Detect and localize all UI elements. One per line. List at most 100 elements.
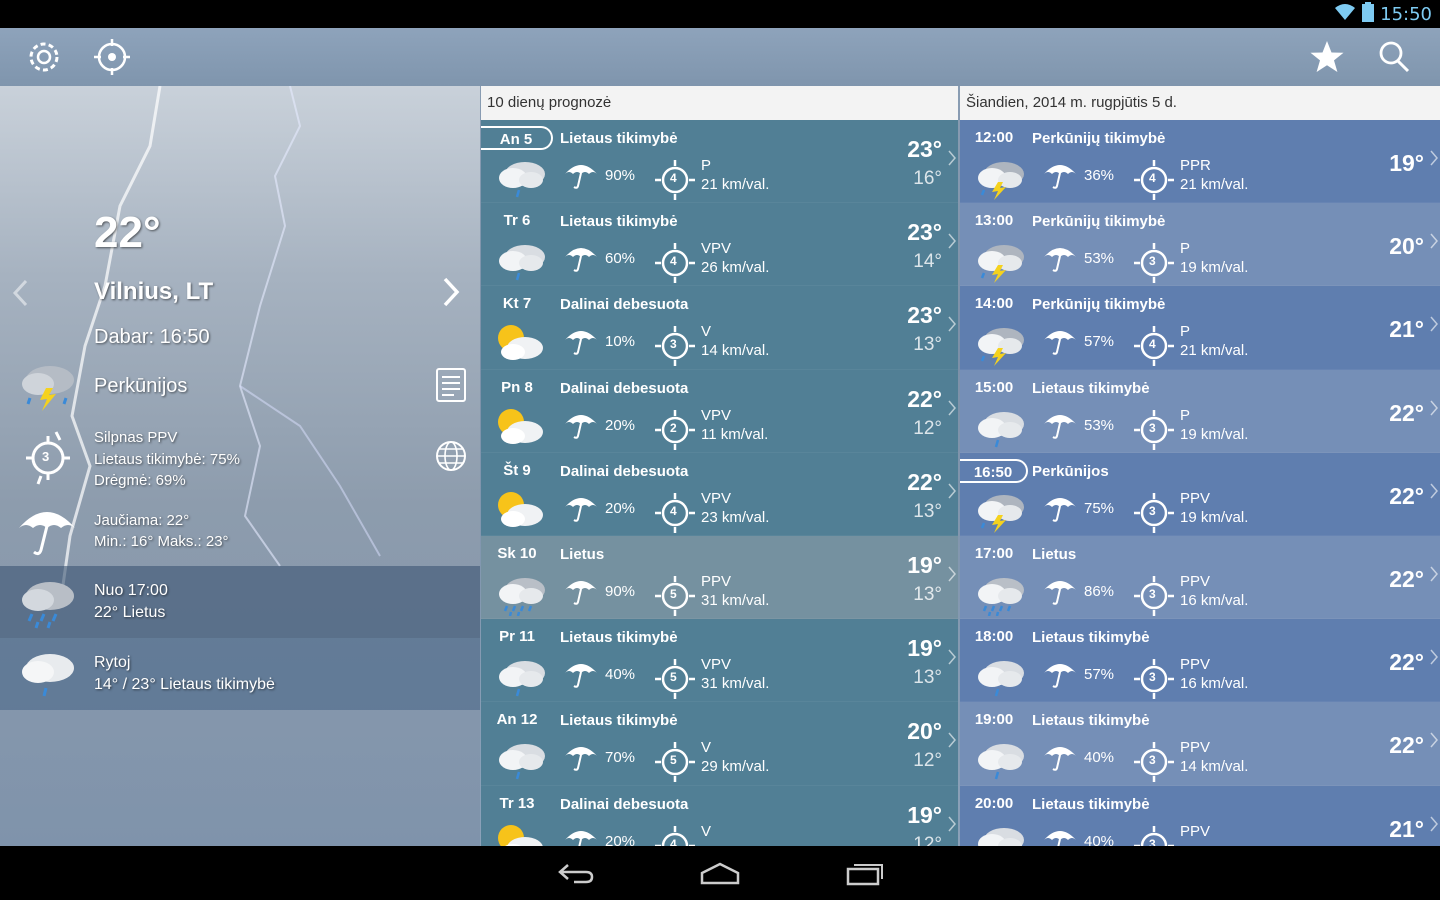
hourly-row[interactable]: 12:00 Perkūnijų tikimybė 36% 4 PPR 21 km/val.… <box>960 120 1440 204</box>
hour-temperature: 21° <box>1389 815 1424 842</box>
condition-text: Perkūnijų tikimybė <box>1032 130 1166 147</box>
chevron-right-icon <box>948 150 956 171</box>
hour-label: 19:00 <box>974 711 1014 729</box>
tomorrow-row[interactable]: Rytoj 14° / 23° Lietaus tikimybė <box>0 638 480 710</box>
day-label: Tr 6 <box>503 212 531 230</box>
max-temperature: 19° <box>907 551 942 578</box>
forecast-day-row[interactable]: Sk 10 Lietus 90% 5 PPV 31 km/val. 19° 13° <box>481 535 958 620</box>
hourly-row[interactable]: 19:00 Lietaus tikimybė 40% 3 PPV 14 km/val. 22… <box>960 702 1440 787</box>
wind-compass-icon: 3 <box>1128 241 1180 290</box>
forecast-list: An 5 Lietaus tikimybė 90% 4 P 21 km/val. 23° 16… <box>481 120 958 846</box>
umbrella-icon <box>1042 326 1078 361</box>
wind-direction: PPV <box>1180 822 1211 840</box>
wind-compass-icon: 3 <box>1128 491 1180 540</box>
storm-weather-icon <box>972 237 1026 288</box>
umbrella-icon <box>16 502 78 563</box>
wind-force: 5 <box>670 586 677 601</box>
hour-temperature: 22° <box>1389 732 1424 759</box>
ten-day-forecast: 10 dienų prognozė An 5 Lietaus tikimybė 90… <box>481 86 958 846</box>
umbrella-icon <box>1042 493 1078 528</box>
wind-compass-icon: 3 <box>1128 408 1180 457</box>
hour-temperature: 22° <box>1389 482 1424 509</box>
precipitation-probability: 75% <box>1084 499 1115 517</box>
precipitation-probability: 57% <box>1084 333 1115 351</box>
wind-force: 4 <box>1149 171 1156 185</box>
rain-weather-icon <box>972 736 1026 787</box>
status-bar: 15:50 <box>0 0 1440 28</box>
wind-speed: 29 km/val. <box>701 758 770 776</box>
chevron-right-icon <box>1430 483 1438 504</box>
wind-direction: PPV <box>1180 656 1211 674</box>
umbrella-icon <box>563 326 599 361</box>
wind-force: 3 <box>1149 254 1156 269</box>
umbrella-icon <box>1042 826 1078 846</box>
wind-force: 2 <box>670 420 677 435</box>
search-icon[interactable] <box>1373 36 1415 78</box>
locate-icon[interactable] <box>91 36 133 78</box>
day-label: Kt 7 <box>502 295 532 313</box>
hourly-row[interactable]: 17:00 Lietus 86% 3 PPV 16 km/val. 22° <box>960 535 1440 620</box>
wind-direction: P <box>1180 323 1191 341</box>
min-temperature: 12° <box>913 833 942 847</box>
min-temperature: 14° <box>913 251 942 273</box>
umbrella-icon <box>1042 659 1078 694</box>
forecast-day-row[interactable]: Pn 8 Dalinai debesuota 20% 2 VPV 11 km/val. 22… <box>481 369 958 453</box>
hourly-row[interactable]: 16:50 Perkūnijos 75% 3 PPV 19 km/val. 22° <box>960 452 1440 536</box>
hourly-row[interactable]: 15:00 Lietaus tikimybė 53% 3 P 19 km/val. 22° <box>960 369 1440 453</box>
globe-icon[interactable] <box>435 440 467 477</box>
partly-weather-icon <box>493 487 547 538</box>
next-forecast-row[interactable]: Nuo 17:00 22° Lietus <box>0 566 480 638</box>
wind-direction: VPV <box>701 656 732 674</box>
wind-force: 4 <box>1149 337 1156 352</box>
chevron-right-icon <box>948 483 956 504</box>
wind-speed: 23 km/val. <box>701 508 770 526</box>
wind-force: 3 <box>1149 503 1156 518</box>
gear-icon[interactable] <box>23 36 65 78</box>
condition-text: Dalinai debesuota <box>560 462 689 480</box>
condition-text: Lietaus tikimybė <box>560 213 678 231</box>
rain-weather-icon <box>493 653 547 704</box>
wind-speed: 16 km/val. <box>1180 675 1249 693</box>
chevron-right-icon <box>948 233 956 254</box>
next-arrow-icon[interactable] <box>440 276 462 313</box>
back-icon[interactable] <box>546 858 606 888</box>
precipitation-probability: 53% <box>1084 250 1115 268</box>
hourly-row[interactable]: 13:00 Perkūnijų tikimybė 53% 3 P 19 km/val. 20… <box>960 203 1440 288</box>
details-icon[interactable] <box>436 368 466 407</box>
hourly-row[interactable]: 18:00 Lietaus tikimybė 57% 3 PPV 16 km/val. 22… <box>960 619 1440 703</box>
wind-direction: PPV <box>1180 572 1211 590</box>
forecast-day-row[interactable]: Št 9 Dalinai debesuota 20% 4 VPV 23 km/val. 22… <box>481 452 958 538</box>
precipitation-probability: 53% <box>1084 416 1115 434</box>
min-temperature: 16° <box>913 168 942 189</box>
min-max: Min.: 16° Maks.: 23° <box>94 533 229 550</box>
wind-force: 3 <box>1149 586 1156 601</box>
day-label: Sk 10 <box>497 544 537 562</box>
feels-like: Jaučiama: 22° <box>94 512 190 529</box>
umbrella-icon <box>1042 410 1078 445</box>
forecast-day-row[interactable]: Pr 11 Lietaus tikimybė 40% 5 VPV 31 km/val. 19… <box>481 619 958 704</box>
clock: 15:50 <box>1380 3 1432 25</box>
forecast-day-row[interactable]: Kt 7 Dalinai debesuota 10% 3 V 14 km/val. 23° 1… <box>481 286 958 370</box>
forecast-day-row[interactable]: An 12 Lietaus tikimybė 70% 5 V 29 km/val. 20° 1… <box>481 702 958 786</box>
wind-direction: V <box>701 323 712 341</box>
condition-text: Lietaus tikimybė <box>560 712 678 730</box>
hourly-row[interactable]: 20:00 Lietaus tikimybė 40% 3 PPV 21° <box>960 785 1440 846</box>
home-icon[interactable] <box>690 858 750 888</box>
star-icon[interactable] <box>1306 36 1348 78</box>
partly-weather-icon <box>493 820 547 846</box>
umbrella-icon <box>563 742 599 777</box>
chevron-right-icon <box>948 649 956 670</box>
wind-speed: 19 km/val. <box>1180 259 1249 277</box>
max-temperature: 20° <box>907 718 942 745</box>
chevron-right-icon <box>1430 400 1438 421</box>
weather-app: 22° Vilnius, LT Dabar: 16:50 Perkūnijos … <box>0 28 1440 846</box>
chevron-right-icon <box>948 400 956 421</box>
wind-direction: PPV <box>1180 739 1211 757</box>
forecast-day-row[interactable]: Tr 13 Dalinai debesuota 20% 4 V 19° 12° <box>481 785 958 847</box>
forecast-day-row[interactable]: An 5 Lietaus tikimybė 90% 4 P 21 km/val. 23° 16… <box>481 120 958 204</box>
forecast-day-row[interactable]: Tr 6 Lietaus tikimybė 60% 4 VPV 26 km/val. 23°… <box>481 203 958 287</box>
prev-arrow-icon[interactable] <box>10 278 30 313</box>
hour-label: 17:00 <box>974 544 1014 562</box>
recents-icon[interactable] <box>835 858 895 888</box>
hourly-row[interactable]: 14:00 Perkūnijų tikimybė 57% 4 P 21 km/val. 21… <box>960 286 1440 370</box>
